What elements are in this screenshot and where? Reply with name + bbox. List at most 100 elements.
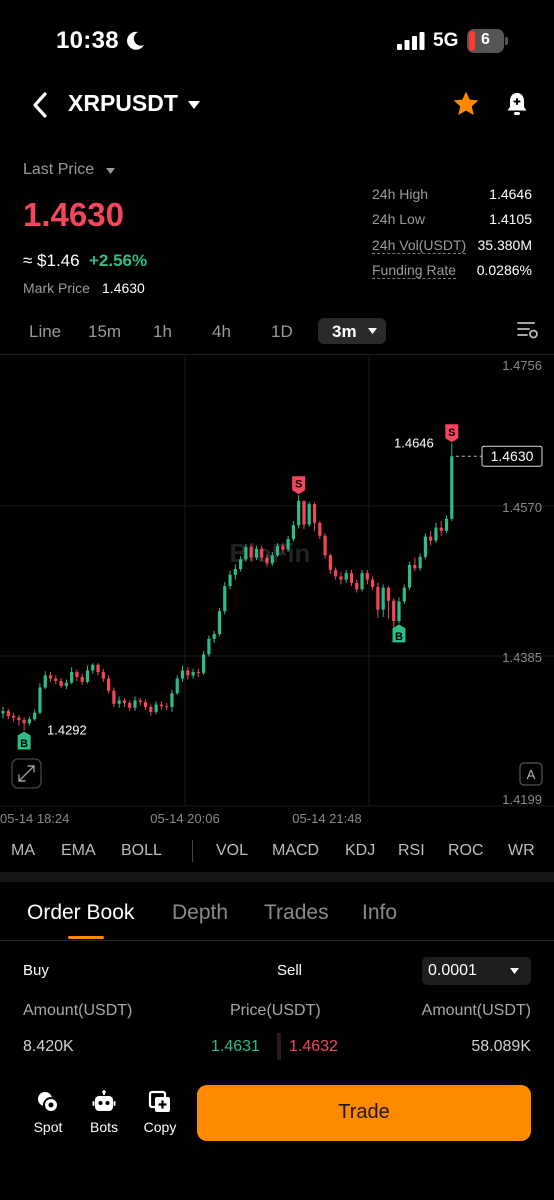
trade-button[interactable]: Trade: [197, 1085, 531, 1141]
caret-down-icon[interactable]: [187, 100, 201, 110]
bid-price[interactable]: 1.4631: [211, 1038, 260, 1056]
candle-body: [64, 682, 68, 686]
candle-body: [429, 536, 433, 541]
interval-line[interactable]: Line: [29, 322, 61, 342]
tab-depth[interactable]: Depth: [172, 901, 228, 925]
caret-down-icon[interactable]: [368, 328, 377, 334]
tab-order-book[interactable]: Order Book: [27, 901, 134, 925]
indicator-rsi[interactable]: RSI: [398, 842, 425, 860]
chart-settings-icon[interactable]: [517, 320, 539, 340]
buy-marker: B: [17, 731, 31, 750]
signal-icon: [397, 32, 425, 50]
candle-body: [180, 670, 185, 679]
nav-label: Bots: [89, 1119, 118, 1135]
status-bar: 10:38 5G 6: [0, 0, 554, 84]
candle-body: [265, 557, 269, 564]
interval-active-label[interactable]: 3m: [332, 322, 357, 342]
indicator-ema[interactable]: EMA: [61, 842, 96, 860]
caret-down-icon[interactable]: [106, 168, 115, 174]
candle-body: [43, 675, 47, 688]
candle-body: [233, 569, 237, 575]
candle-body: [1, 711, 5, 714]
candle-body: [91, 664, 95, 671]
candle-body: [217, 611, 222, 634]
indicator-kdj[interactable]: KDJ: [345, 842, 375, 860]
marker-label: S: [448, 427, 455, 439]
candle-body: [392, 600, 396, 621]
indicator-ma[interactable]: MA: [11, 842, 35, 860]
marker-label: B: [395, 631, 403, 643]
interval-15m[interactable]: 15m: [88, 322, 121, 342]
y-tick-label: 1.4570: [502, 500, 542, 515]
order-book-buy-label: Buy: [23, 962, 49, 979]
stat-value: 35.380M: [477, 237, 532, 253]
indicator-wr[interactable]: WR: [508, 842, 535, 860]
candle-body: [228, 574, 232, 587]
network-label: 5G: [433, 30, 459, 51]
indicator-roc[interactable]: ROC: [448, 842, 484, 860]
price-alert-bell-icon[interactable]: [505, 91, 529, 117]
stat-funding-rate[interactable]: Funding Rate 0.0286%: [372, 262, 532, 282]
price-change-percent: +2.56%: [89, 251, 148, 270]
candle-body: [270, 555, 274, 564]
current-price-tag: 1.4630: [455, 445, 543, 467]
nav-bots[interactable]: Bots: [79, 1088, 129, 1148]
column-header: Amount(USDT): [23, 1002, 133, 1019]
stat-label: 24h Low: [372, 211, 425, 227]
candle-body: [434, 527, 438, 541]
candle-body: [175, 678, 179, 694]
high-price-label: 1.4646: [394, 435, 434, 450]
y-tick-label: 1.4199: [502, 792, 542, 807]
candle-body: [54, 678, 58, 682]
stat-label[interactable]: Funding Rate: [372, 262, 457, 279]
stat-value: 0.0286%: [476, 262, 532, 278]
price-chart[interactable]: BloFin BSBS 1.4756 1.4570 1.4385 1.4199 …: [0, 354, 554, 832]
candle-body: [281, 546, 285, 550]
interval-1h[interactable]: 1h: [153, 322, 172, 342]
auto-scale-button[interactable]: A: [519, 762, 543, 786]
candle-body: [360, 573, 364, 590]
candle-body: [149, 706, 153, 712]
tab-info[interactable]: Info: [362, 901, 397, 925]
copy-icon: [148, 1090, 170, 1112]
candle-body: [291, 525, 295, 540]
stat-label[interactable]: 24h Vol(USDT): [372, 237, 467, 254]
indicator-divider: [192, 840, 193, 862]
caret-down-icon[interactable]: [510, 968, 519, 974]
battery-level: 6: [481, 31, 490, 48]
candle-body: [444, 518, 449, 531]
candle-body: [33, 712, 37, 720]
nav-label: Copy: [143, 1119, 177, 1135]
candle-body: [22, 719, 26, 724]
tab-trades[interactable]: Trades: [264, 901, 329, 925]
stat-value: 1.4646: [489, 186, 532, 202]
stat-24h-volume[interactable]: 24h Vol(USDT) 35.380M: [372, 237, 532, 257]
auto-scale-label[interactable]: A: [527, 767, 536, 782]
indicator-vol[interactable]: VOL: [216, 842, 248, 860]
precision-value[interactable]: 0.0001: [428, 962, 477, 980]
candle-body: [143, 702, 148, 707]
ask-price[interactable]: 1.4632: [289, 1038, 338, 1056]
candle-body: [355, 582, 359, 590]
favorite-star-icon[interactable]: [452, 90, 480, 118]
interval-1d[interactable]: 1D: [271, 322, 293, 342]
candle-body: [165, 706, 169, 708]
candle-body: [439, 527, 443, 531]
column-header: Price(USDT): [230, 1002, 321, 1019]
trade-button-label[interactable]: Trade: [197, 1101, 531, 1124]
last-price-label[interactable]: Last Price: [23, 161, 94, 179]
nav-copy[interactable]: Copy: [135, 1088, 185, 1148]
nav-spot[interactable]: Spot: [23, 1088, 73, 1148]
candle-body: [239, 559, 243, 570]
interval-4h[interactable]: 4h: [212, 322, 231, 342]
expand-icon[interactable]: [11, 758, 42, 789]
mark-price-value: 1.4630: [102, 280, 145, 296]
candle-body: [397, 601, 401, 621]
indicator-boll[interactable]: BOLL: [121, 842, 162, 860]
section-divider: [0, 872, 554, 882]
candle-body: [70, 672, 74, 683]
indicator-macd[interactable]: MACD: [272, 842, 319, 860]
pair-title[interactable]: XRPUSDT: [68, 90, 178, 117]
candle-body: [286, 539, 290, 550]
back-arrow-icon[interactable]: [28, 91, 52, 119]
